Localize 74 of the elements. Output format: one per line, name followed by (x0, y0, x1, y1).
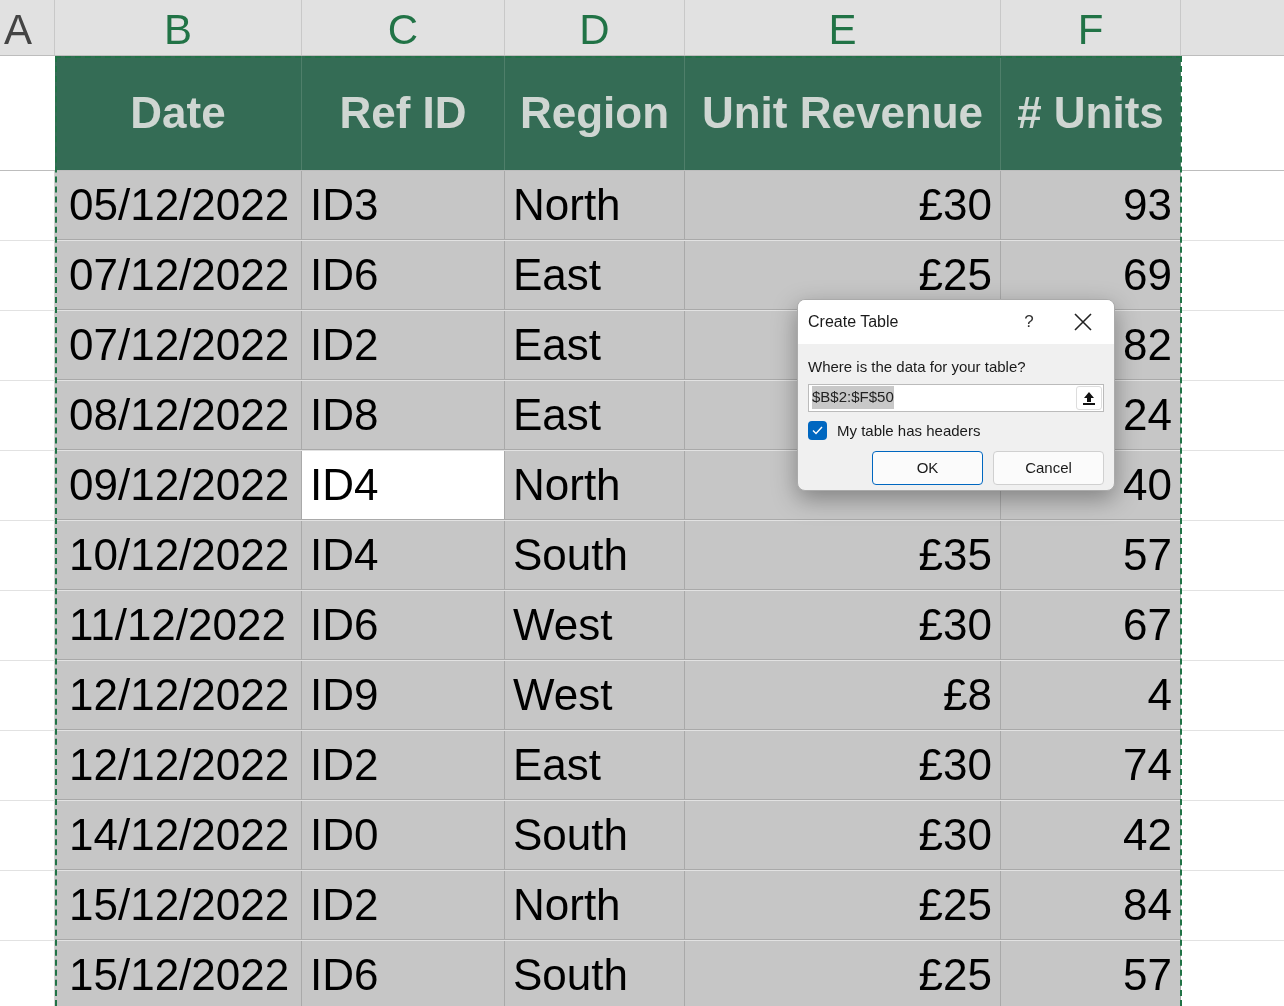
table-cell: South (505, 521, 685, 590)
table-cell: 4 (1001, 661, 1181, 730)
table-cell: East (505, 241, 685, 310)
table-cell: 93 (1001, 171, 1181, 240)
table-cell: East (505, 731, 685, 800)
table-cell: £30 (685, 591, 1001, 660)
table-cell: ID6 (302, 591, 505, 660)
table-cell: 84 (1001, 871, 1181, 940)
check-icon (812, 426, 823, 436)
column-header[interactable]: A (0, 0, 55, 55)
table-cell: ID6 (302, 941, 505, 1006)
table-cell: 15/12/2022 (55, 941, 302, 1006)
table-cell: 08/12/2022 (55, 381, 302, 450)
collapse-button[interactable] (1076, 385, 1102, 410)
table-cell: North (505, 171, 685, 240)
table-cell: 07/12/2022 (55, 311, 302, 380)
close-icon (1074, 313, 1092, 331)
table-cell: 12/12/2022 (55, 731, 302, 800)
table-cell: ID2 (302, 311, 505, 380)
checkbox[interactable] (808, 421, 827, 441)
column-header[interactable]: E (685, 0, 1001, 55)
table-cell: 15/12/2022 (55, 871, 302, 940)
table-cell: ID9 (302, 661, 505, 730)
table-cell: South (505, 941, 685, 1006)
table-cell: North (505, 871, 685, 940)
table-cell: ID3 (302, 171, 505, 240)
column-header[interactable]: D (505, 0, 685, 55)
table-cell: £30 (685, 731, 1001, 800)
table-cell: ID2 (302, 731, 505, 800)
table-cell: 10/12/2022 (55, 521, 302, 590)
table-cell: South (505, 801, 685, 870)
table-cell: ID4 (302, 521, 505, 590)
table-cell: 11/12/2022 (55, 591, 302, 660)
table-cell: ID6 (302, 241, 505, 310)
column-heading: Date (55, 56, 302, 170)
dialog-title: Create Table (808, 312, 900, 332)
column-heading: Ref ID (302, 56, 505, 170)
table-cell: 05/12/2022 (55, 171, 302, 240)
column-header[interactable]: B (55, 0, 302, 55)
table-cell: ID0 (302, 801, 505, 870)
checkbox-label: My table has headers (837, 420, 981, 441)
table-cell: East (505, 381, 685, 450)
table-cell: 42 (1001, 801, 1181, 870)
table-cell: £30 (685, 171, 1001, 240)
table-cell: 14/12/2022 (55, 801, 302, 870)
help-button[interactable]: ? (1016, 309, 1042, 335)
table-cell: West (505, 591, 685, 660)
table-cell: 09/12/2022 (55, 451, 302, 520)
table-cell: 67 (1001, 591, 1181, 660)
column-heading: # Units (1001, 56, 1181, 170)
column-heading: Region (505, 56, 685, 170)
arrow-up-icon (1083, 390, 1095, 405)
table-cell: North (505, 451, 685, 520)
table-cell: £30 (685, 801, 1001, 870)
table-cell: East (505, 311, 685, 380)
table-cell: 57 (1001, 941, 1181, 1006)
table-cell: 07/12/2022 (55, 241, 302, 310)
table-cell: West (505, 661, 685, 730)
table-cell: 12/12/2022 (55, 661, 302, 730)
table-cell: ID2 (302, 871, 505, 940)
table-cell: £25 (685, 871, 1001, 940)
table-cell: £25 (685, 941, 1001, 1006)
table-cell: £35 (685, 521, 1001, 590)
column-header[interactable]: C (302, 0, 505, 55)
column-header[interactable]: F (1001, 0, 1181, 55)
table-cell: 74 (1001, 731, 1181, 800)
column-heading: Unit Revenue (685, 56, 1001, 170)
table-cell: 57 (1001, 521, 1181, 590)
table-cell: ID4 (302, 451, 505, 520)
table-cell: ID8 (302, 381, 505, 450)
table-cell: £8 (685, 661, 1001, 730)
dialog-button[interactable]: OK (872, 451, 983, 485)
range-input[interactable]: $B$2:$F$50 (808, 383, 1104, 412)
dialog-button[interactable]: Cancel (993, 451, 1104, 485)
